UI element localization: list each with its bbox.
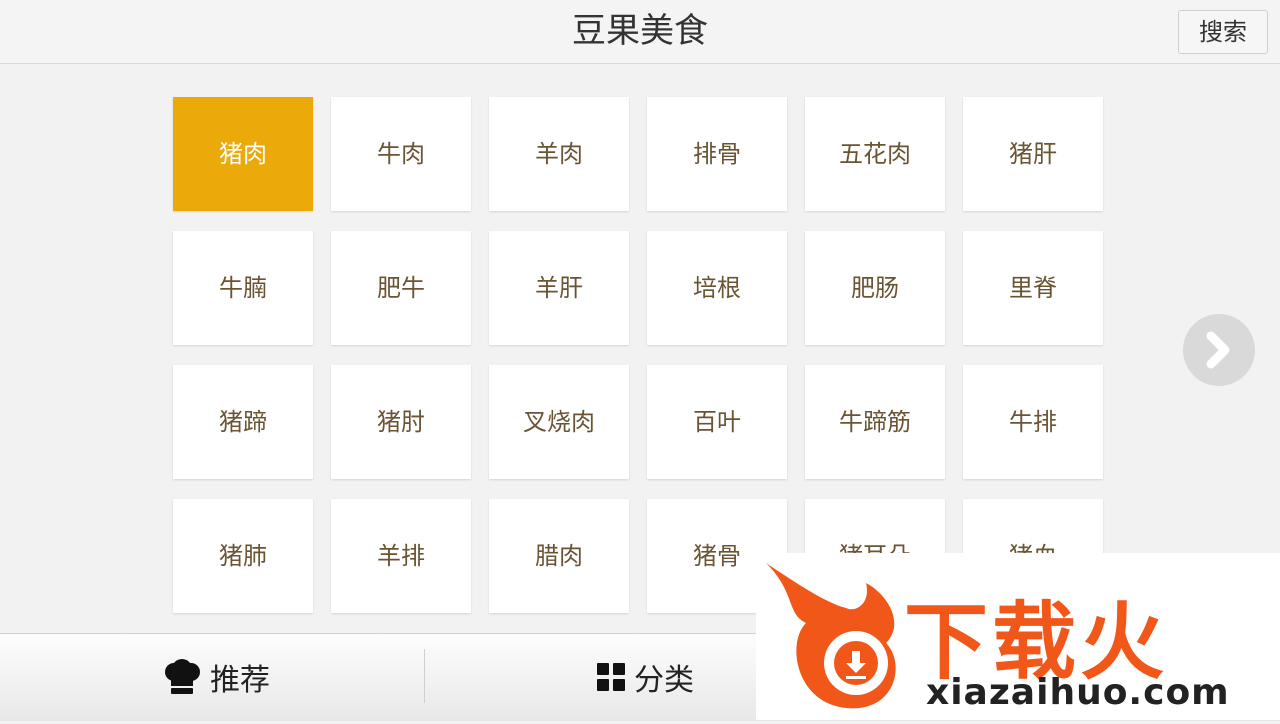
watermark-url: xiazaihuo.com	[926, 672, 1230, 713]
chevron-right-icon	[1206, 331, 1230, 369]
category-tile-beef-tendon[interactable]: 牛蹄筋	[805, 365, 945, 479]
category-tile-tripe[interactable]: 百叶	[647, 365, 787, 479]
next-page-button[interactable]	[1183, 314, 1255, 386]
category-tile-pork[interactable]: 猪肉	[173, 97, 313, 211]
category-tile-fatty-beef[interactable]: 肥牛	[331, 231, 471, 345]
category-tile-mutton[interactable]: 羊肉	[489, 97, 629, 211]
category-tile-intestine[interactable]: 肥肠	[805, 231, 945, 345]
category-tile-pork-knuckle[interactable]: 猪肘	[331, 365, 471, 479]
category-tile-pork-liver[interactable]: 猪肝	[963, 97, 1103, 211]
search-button[interactable]: 搜索	[1178, 10, 1268, 54]
nav-category[interactable]: 分类	[596, 633, 694, 720]
category-tile-beef-brisket[interactable]: 牛腩	[173, 231, 313, 345]
nav-recommend-label: 推荐	[210, 662, 270, 698]
category-tile-tenderloin[interactable]: 里脊	[963, 231, 1103, 345]
category-tile-steak[interactable]: 牛排	[963, 365, 1103, 479]
nav-divider	[424, 649, 425, 703]
category-tile-lamb-liver[interactable]: 羊肝	[489, 231, 629, 345]
flame-logo-icon	[766, 563, 896, 709]
category-tile-ribs[interactable]: 排骨	[647, 97, 787, 211]
category-grid: 猪肉 牛肉 羊肉 排骨 五花肉 猪肝 牛腩 肥牛 羊肝 培根 肥肠 里脊 猪蹄 …	[173, 97, 1113, 617]
category-tile-pork-lung[interactable]: 猪肺	[173, 499, 313, 613]
nav-recommend[interactable]: 推荐	[162, 633, 270, 720]
category-tile-cured-meat[interactable]: 腊肉	[489, 499, 629, 613]
category-tile-char-siu[interactable]: 叉烧肉	[489, 365, 629, 479]
chef-hat-icon	[165, 658, 200, 694]
grid-icon	[597, 662, 625, 691]
nav-category-label: 分类	[634, 662, 694, 698]
category-tile-trotters[interactable]: 猪蹄	[173, 365, 313, 479]
app-title: 豆果美食	[572, 11, 708, 51]
category-tile-pork-belly[interactable]: 五花肉	[805, 97, 945, 211]
category-tile-beef[interactable]: 牛肉	[331, 97, 471, 211]
category-tile-lamb-chops[interactable]: 羊排	[331, 499, 471, 613]
category-tile-bacon[interactable]: 培根	[647, 231, 787, 345]
